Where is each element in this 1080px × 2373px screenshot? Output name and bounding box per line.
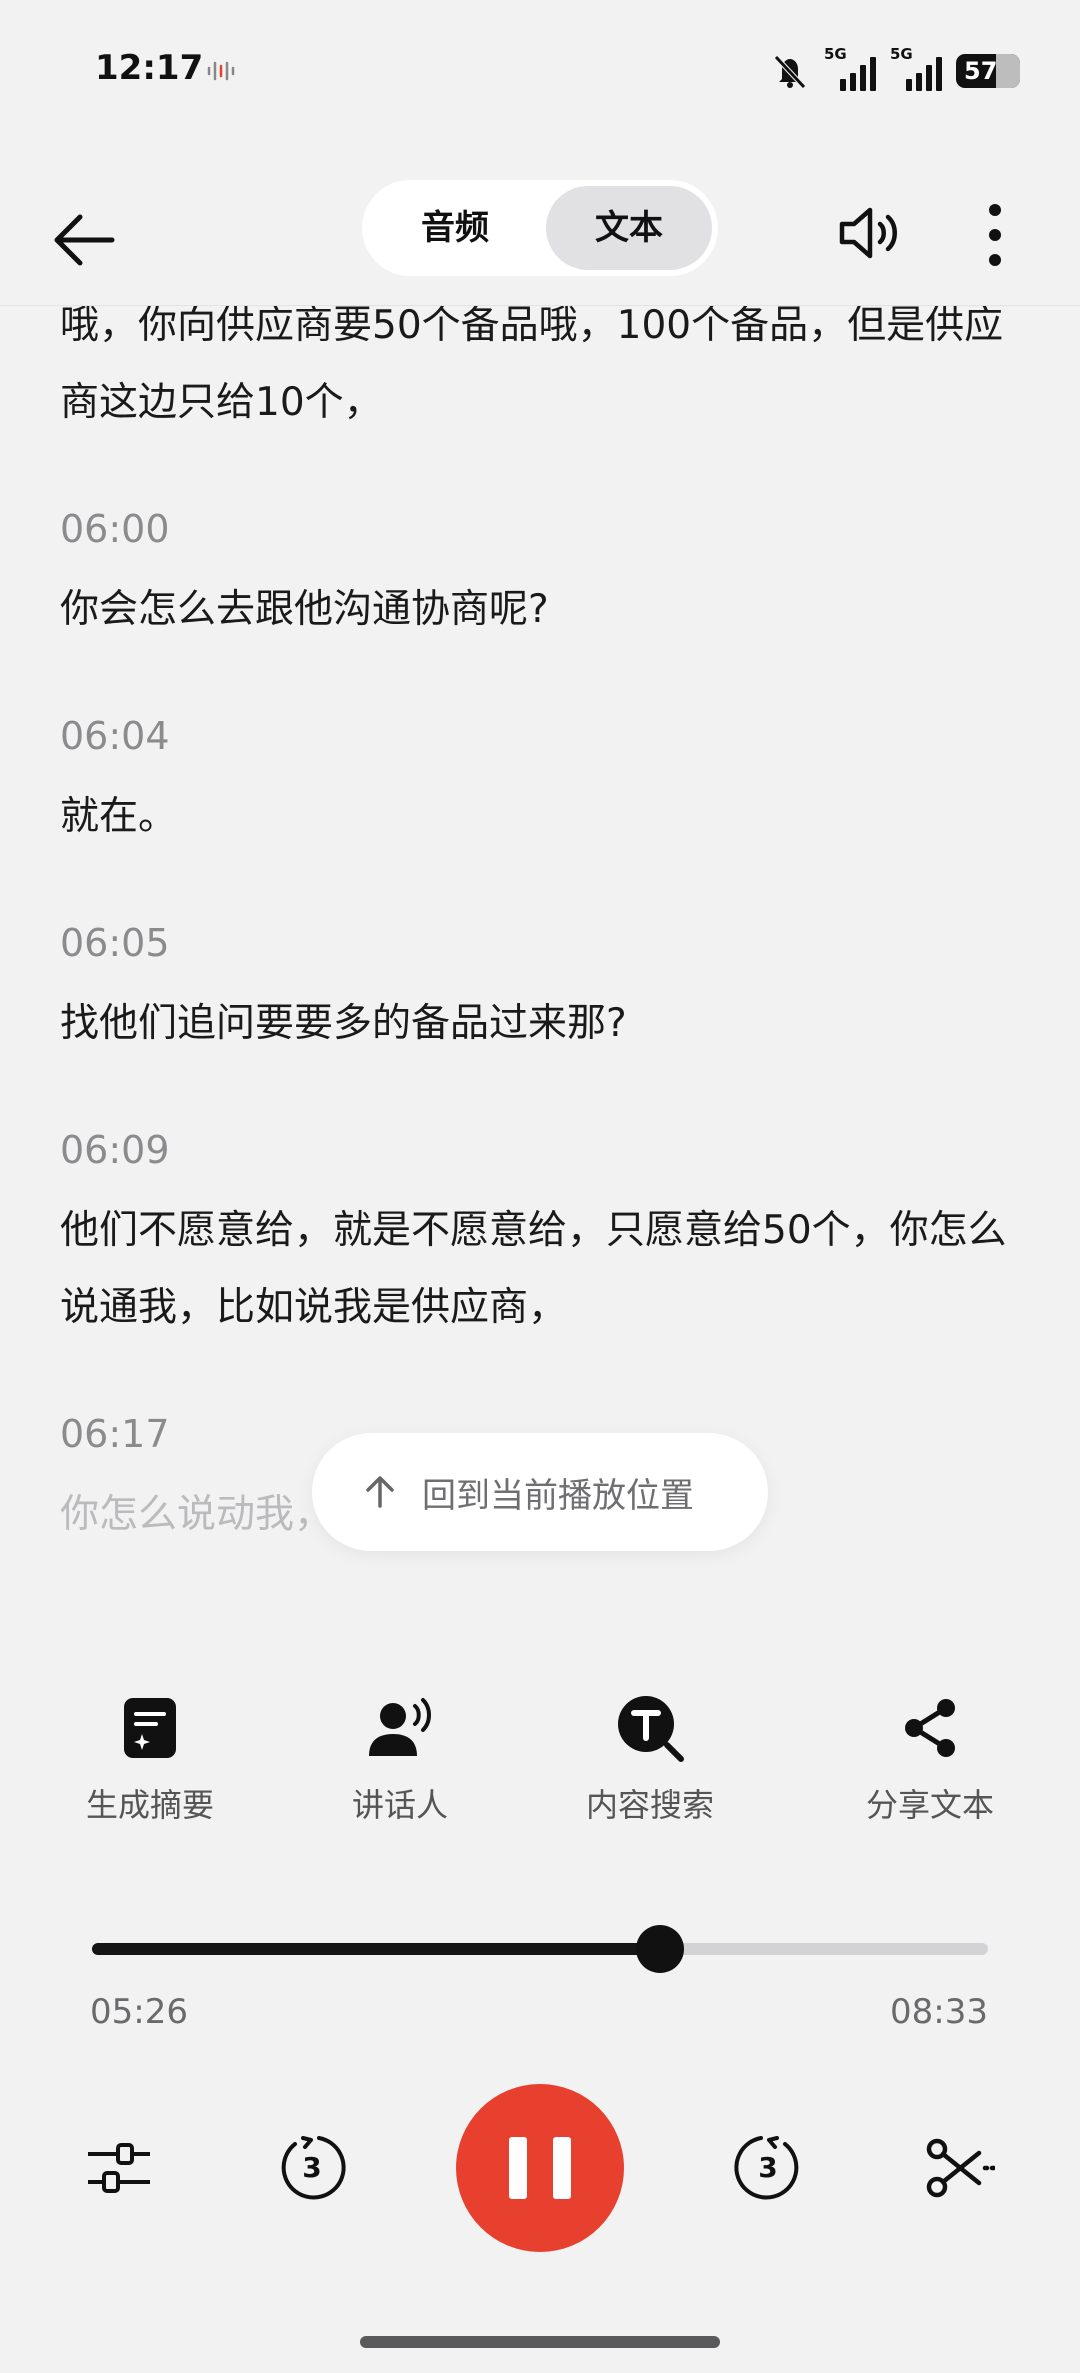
share-icon (905, 1699, 955, 1757)
playback-progress-bar[interactable] (92, 1925, 988, 1973)
share-text-button[interactable]: 分享文本 (830, 1690, 1030, 1826)
segment-text: 他们不愿意给，就是不愿意给，只愿意给50个，你怎么说通我，比如说我是供应商， (60, 1208, 1007, 1330)
cellular-signal-2-icon: 5G (890, 45, 942, 93)
transcript-segment[interactable]: 06:04 就在。 (60, 708, 1020, 855)
status-bar: 12:17 5G 5G 57 (0, 0, 1080, 140)
segment-text: 找他们追问要要多的备品过来那? (60, 1001, 627, 1046)
total-time: 08:33 (890, 1992, 988, 2032)
progress-fill (92, 1943, 661, 1955)
silent-bell-icon (774, 55, 806, 89)
status-time: 12:17 (95, 48, 204, 88)
back-arrow-icon[interactable] (40, 195, 130, 285)
segment-text: 你会怎么去跟他沟通协商呢? (60, 587, 549, 632)
tool-row: 生成摘要 讲话人 内容搜索 分享文本 (0, 1690, 1080, 1850)
transcript-segment[interactable]: 06:00 你会怎么去跟他沟通协商呢? (60, 501, 1020, 648)
view-switcher: 音频 文本 (362, 180, 718, 276)
back-to-playback-position-button[interactable]: 回到当前播放位置 (312, 1433, 768, 1551)
speaker-button[interactable]: 讲话人 (300, 1690, 500, 1826)
scissors-clip-icon[interactable] (925, 2137, 995, 2199)
tab-text[interactable]: 文本 (546, 186, 712, 270)
speaker-person-icon (369, 1698, 431, 1756)
tool-label: 分享文本 (865, 1786, 994, 1824)
segment-timestamp[interactable]: 06:05 (60, 915, 1020, 971)
segment-timestamp[interactable]: 06:09 (60, 1122, 1020, 1178)
segment-timestamp[interactable]: 06:04 (60, 708, 1020, 764)
transcript-segment[interactable]: 06:09 他们不愿意给，就是不愿意给，只愿意给50个，你怎么说通我，比如说我是… (60, 1122, 1020, 1346)
cellular-signal-1-icon: 5G (824, 45, 876, 93)
progress-knob[interactable] (636, 1925, 685, 1973)
forward-seconds: 3 (758, 2151, 778, 2184)
transcript-segment[interactable]: 06:05 找他们追问要要多的备品过来那? (60, 915, 1020, 1062)
top-bar: 音频 文本 (0, 150, 1080, 306)
pause-button[interactable] (456, 2084, 624, 2252)
speaker-volume-icon[interactable] (834, 198, 904, 268)
more-options-icon[interactable] (975, 200, 1015, 270)
pause-icon (509, 2137, 527, 2199)
tool-label: 内容搜索 (585, 1786, 714, 1824)
summary-icon (124, 1698, 176, 1758)
tool-label: 讲话人 (351, 1786, 448, 1824)
forward-button[interactable]: 3 (733, 2133, 803, 2203)
back-to-position-label: 回到当前播放位置 (422, 1475, 694, 1516)
generate-summary-button[interactable]: 生成摘要 (50, 1690, 250, 1826)
recording-indicator-icon (207, 61, 235, 81)
tab-audio[interactable]: 音频 (372, 186, 538, 270)
tool-label: 生成摘要 (85, 1786, 214, 1824)
current-time: 05:26 (90, 1992, 188, 2032)
transcript-text: 哦，你向供应商要50个备品哦，100个备品，但是供应商这边只给10个， (60, 305, 1004, 425)
battery-icon: 57 (956, 54, 1020, 88)
settings-sliders-icon[interactable] (86, 2138, 152, 2198)
segment-text: 就在。 (60, 794, 178, 839)
home-indicator[interactable] (360, 2336, 720, 2348)
battery-level: 57 (964, 57, 998, 85)
rewind-seconds: 3 (302, 2151, 322, 2184)
content-search-button[interactable]: 内容搜索 (550, 1690, 750, 1826)
segment-timestamp[interactable]: 06:00 (60, 501, 1020, 557)
rewind-button[interactable]: 3 (277, 2133, 347, 2203)
text-search-icon (618, 1696, 684, 1762)
arrow-up-icon (366, 1476, 394, 1508)
